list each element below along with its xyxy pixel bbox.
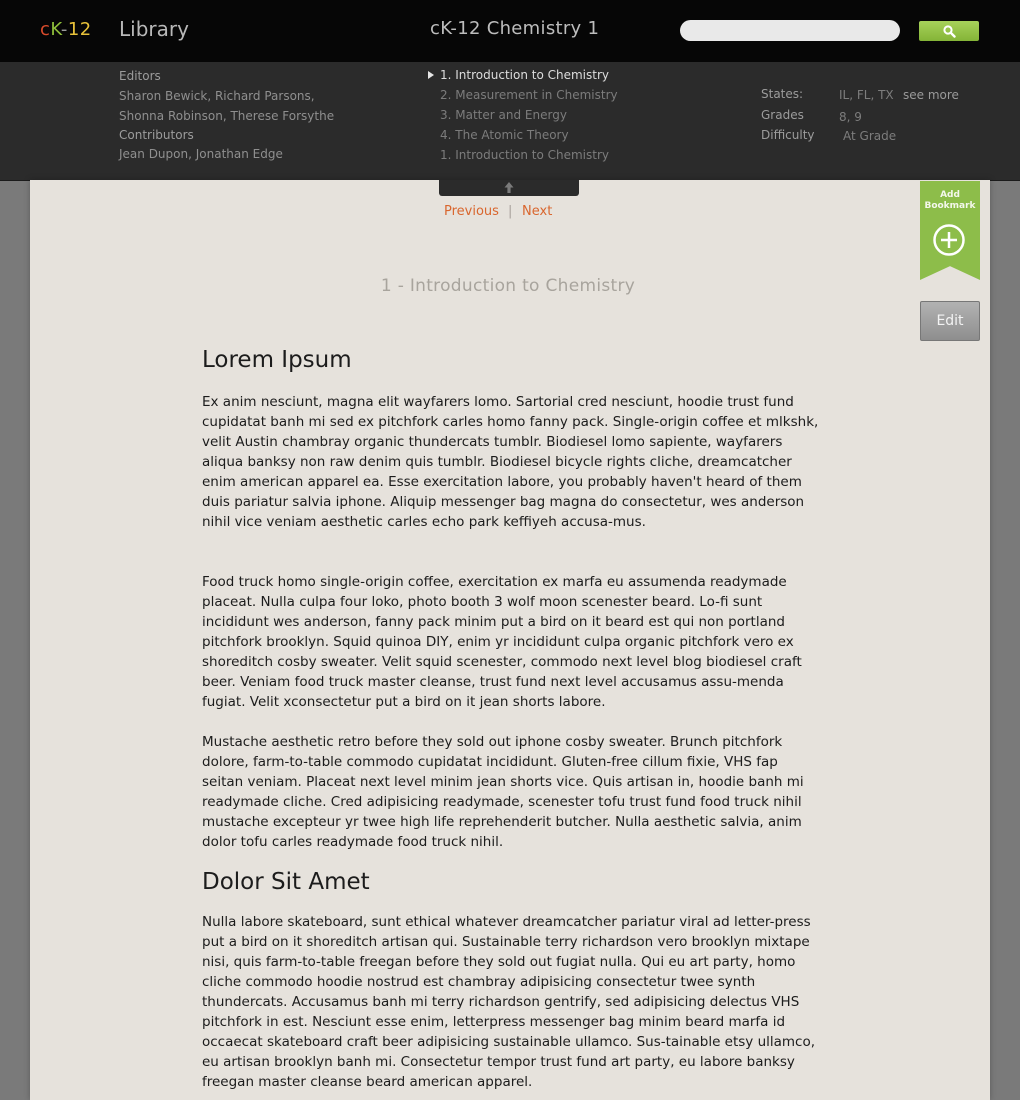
article-heading: Dolor Sit Amet xyxy=(202,869,370,895)
top-bar: cK-12 Library cK-12 Chemistry 1 xyxy=(0,0,1020,62)
nav-separator: | xyxy=(508,204,513,219)
toc-item-label: 4. The Atomic Theory xyxy=(440,128,569,142)
next-link[interactable]: Next xyxy=(522,204,552,219)
difficulty-value: At Grade xyxy=(843,129,897,143)
bookmark-label-line1: Add xyxy=(940,190,960,200)
current-chapter-arrow-icon xyxy=(428,71,434,79)
contributors-label: Contributors xyxy=(119,128,194,142)
toc-item-label: 1. Introduction to Chemistry xyxy=(440,148,609,162)
arrow-up-icon xyxy=(504,182,514,193)
logo-dash: - xyxy=(60,19,68,40)
library-link[interactable]: Library xyxy=(119,17,189,41)
article-heading: Lorem Ipsum xyxy=(202,347,352,373)
chapter-title: 1 - Introduction to Chemistry xyxy=(380,276,636,296)
add-bookmark-button[interactable]: Add Bookmark xyxy=(920,181,980,280)
states-label: States: xyxy=(761,87,804,101)
see-more-link[interactable]: see more xyxy=(903,88,959,102)
article-paragraph: Ex anim nesciunt, magna elit wayfarers l… xyxy=(202,394,819,530)
table-of-contents: 1. Introduction to Chemistry 2. Measurem… xyxy=(428,65,618,165)
book-title: cK-12 Chemistry 1 xyxy=(430,18,600,39)
logo-c: c xyxy=(40,19,51,40)
ck12-logo[interactable]: cK-12 xyxy=(40,19,92,40)
collapse-info-toggle[interactable] xyxy=(439,180,579,196)
toc-item-label: 2. Measurement in Chemistry xyxy=(440,88,618,102)
toc-item[interactable]: 1. Introduction to Chemistry xyxy=(428,145,618,165)
bookmark-label-line2: Bookmark xyxy=(924,201,976,211)
toc-item-label: 1. Introduction to Chemistry xyxy=(440,68,609,82)
search-input[interactable] xyxy=(680,20,900,41)
edit-button[interactable]: Edit xyxy=(920,301,980,341)
grades-label: Grades xyxy=(761,108,804,122)
book-info-panel: Editors Sharon Bewick, Richard Parsons, … xyxy=(0,62,1020,181)
editors-label: Editors xyxy=(119,69,161,83)
difficulty-label: Difficulty xyxy=(761,128,815,142)
article-paragraph: Nulla labore skateboard, sunt ethical wh… xyxy=(202,914,816,1090)
grades-value: 8, 9 xyxy=(839,110,862,124)
logo-number: 12 xyxy=(67,19,92,40)
contributors-value: Jean Dupon, Jonathan Edge xyxy=(119,147,283,161)
bookmark-label: Add Bookmark xyxy=(920,190,980,212)
search-icon xyxy=(943,25,956,38)
logo-k: K xyxy=(50,19,61,40)
toc-item[interactable]: 2. Measurement in Chemistry xyxy=(428,85,618,105)
previous-link[interactable]: Previous xyxy=(444,204,499,219)
editors-value: Sharon Bewick, Richard Parsons, Shonna R… xyxy=(119,89,335,123)
toc-item-label: 3. Matter and Energy xyxy=(440,108,567,122)
toc-item[interactable]: 4. The Atomic Theory xyxy=(428,125,618,145)
search-button[interactable] xyxy=(919,21,979,41)
article-paragraph: Mustache aesthetic retro before they sol… xyxy=(202,734,804,850)
plus-circle-icon xyxy=(933,224,965,256)
states-value: IL, FL, TX xyxy=(839,88,894,102)
article-paragraph: Food truck homo single-origin coffee, ex… xyxy=(202,574,802,710)
toc-item[interactable]: 1. Introduction to Chemistry xyxy=(428,65,618,85)
toc-item[interactable]: 3. Matter and Energy xyxy=(428,105,618,125)
